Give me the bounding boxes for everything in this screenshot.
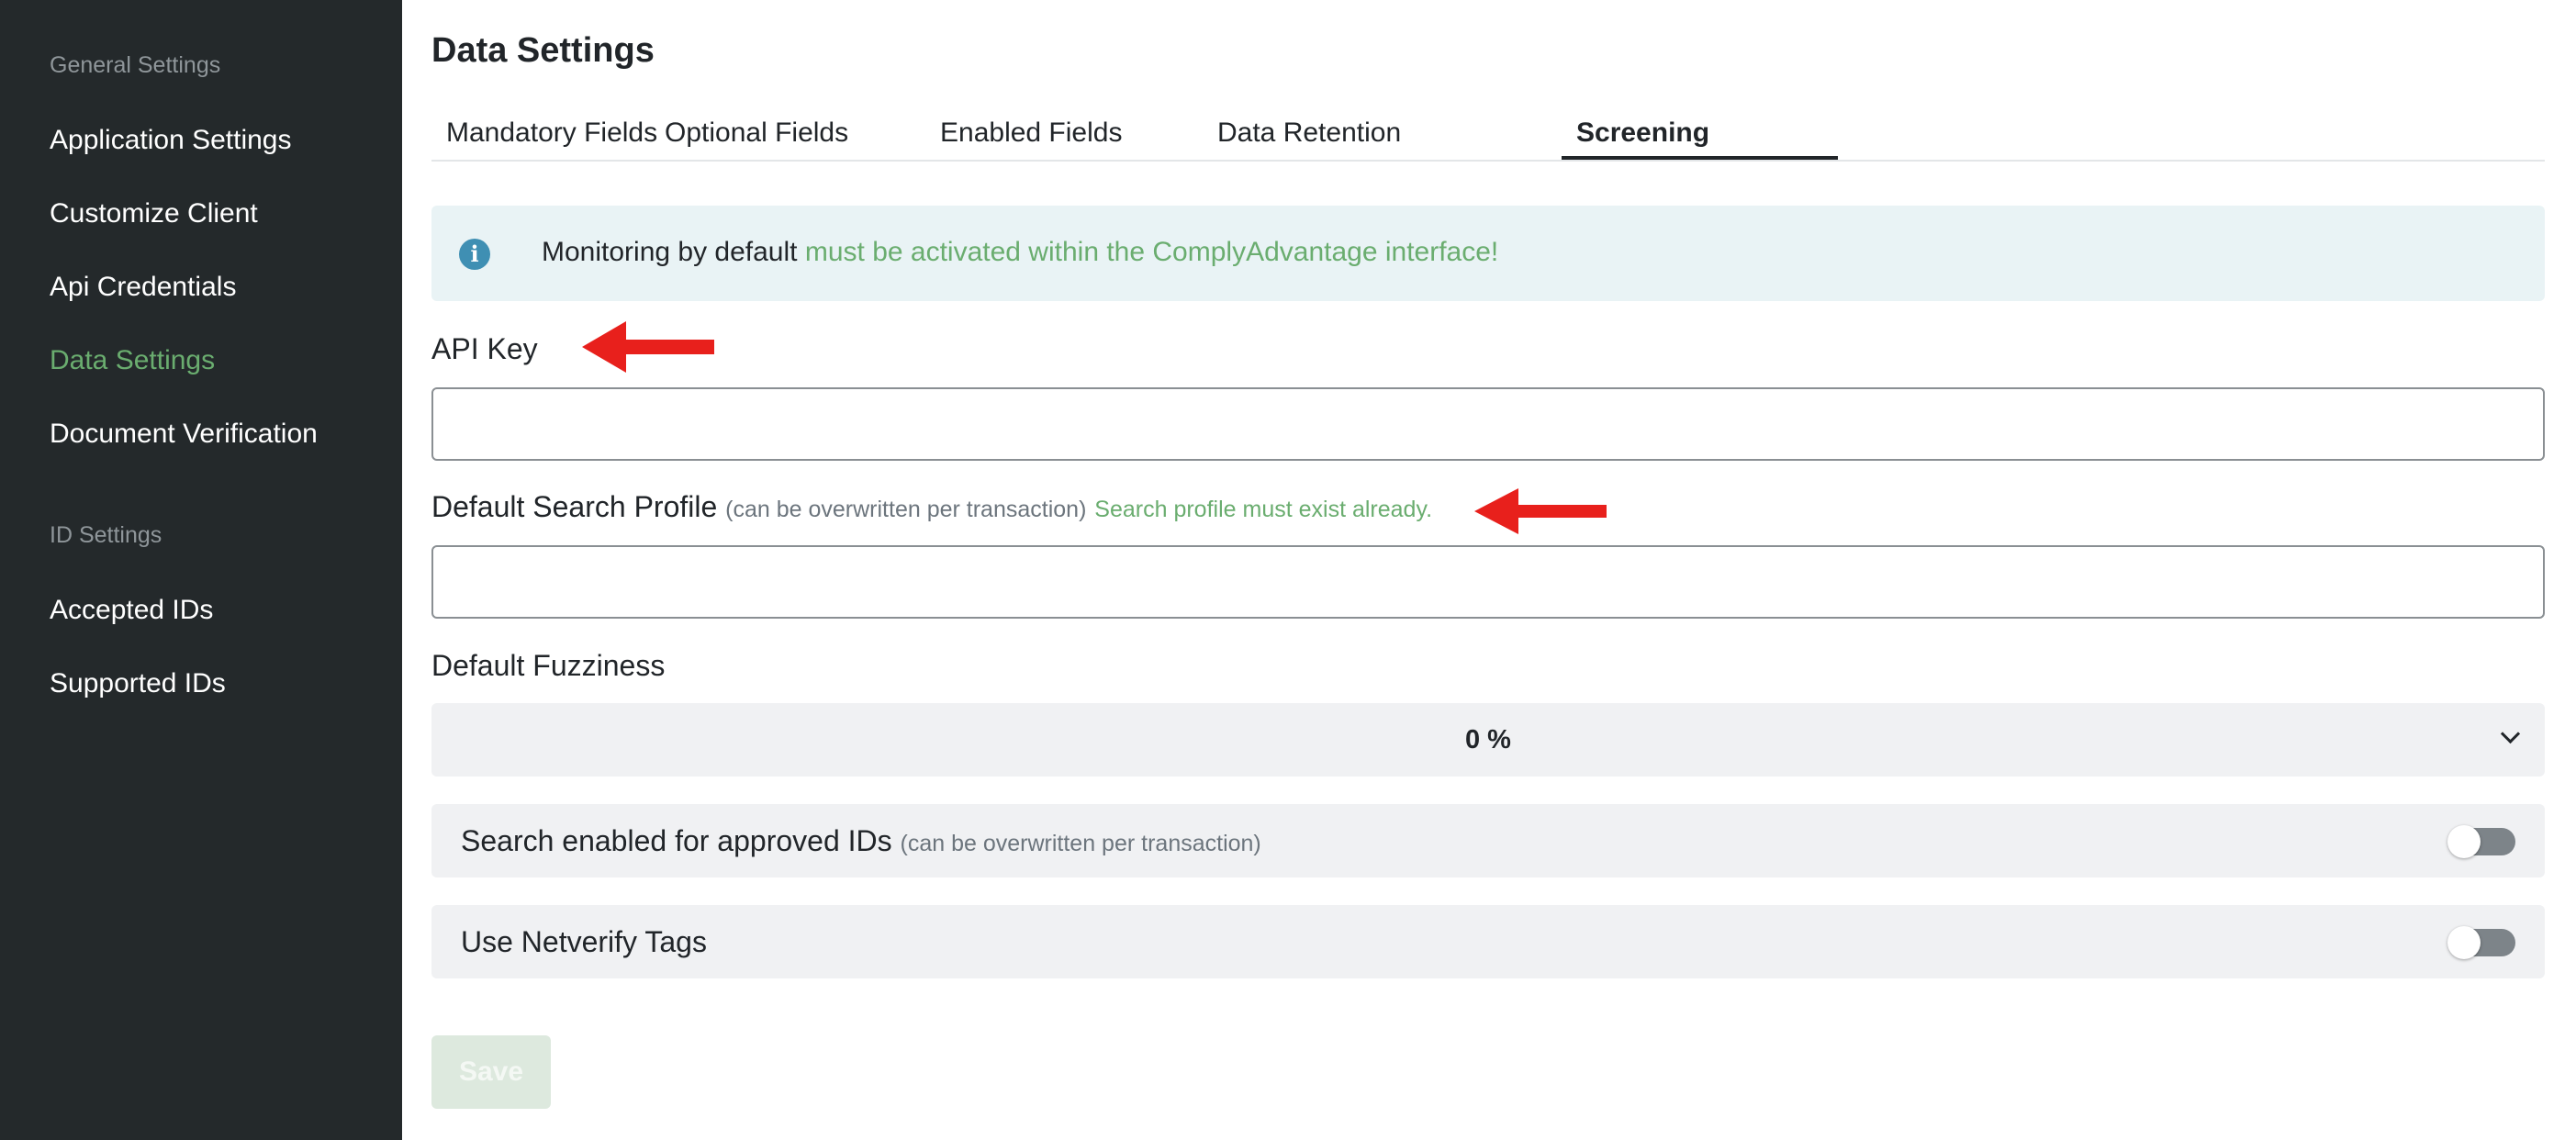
alert-text-highlight: must be activated within the ComplyAdvan… bbox=[804, 237, 1499, 267]
tab-optional-fields[interactable]: Optional Fields bbox=[665, 117, 848, 149]
sidebar-item-document-verification[interactable]: Document Verification bbox=[50, 419, 318, 450]
sidebar: General Settings Application Settings Cu… bbox=[0, 0, 402, 1140]
search-profile-hint: (can be overwritten per transaction) bbox=[725, 497, 1087, 522]
tab-screening[interactable]: Screening bbox=[1576, 117, 1709, 149]
sidebar-item-customize-client[interactable]: Customize Client bbox=[50, 198, 258, 229]
toggle-knob bbox=[2447, 825, 2481, 858]
tab-enabled-fields[interactable]: Enabled Fields bbox=[940, 117, 1122, 149]
search-profile-label-text: Default Search Profile bbox=[431, 490, 718, 523]
active-tab-indicator bbox=[1562, 156, 1838, 160]
fuzziness-select[interactable]: 0 % bbox=[431, 703, 2545, 777]
info-alert: i Monitoring by default must be activate… bbox=[431, 206, 2545, 301]
search-enabled-hint: (can be overwritten per transaction) bbox=[900, 831, 1261, 856]
search-enabled-label: Search enabled for approved IDs (can be … bbox=[461, 824, 1261, 858]
alert-message: Monitoring by default must be activated … bbox=[542, 237, 1498, 268]
alert-text-prefix: Monitoring by default bbox=[542, 237, 805, 267]
sidebar-section-general: General Settings bbox=[50, 52, 221, 78]
search-profile-label: Default Search Profile (can be overwritt… bbox=[431, 490, 1432, 524]
netverify-tags-toggle[interactable] bbox=[2447, 926, 2515, 959]
main-content: Data Settings Mandatory Fields Optional … bbox=[402, 0, 2576, 1140]
tab-bar: Mandatory Fields Optional Fields Enabled… bbox=[431, 101, 2545, 162]
api-key-input[interactable] bbox=[431, 387, 2545, 461]
page-title: Data Settings bbox=[431, 31, 655, 70]
tab-data-retention[interactable]: Data Retention bbox=[1217, 117, 1401, 149]
sidebar-item-accepted-ids[interactable]: Accepted IDs bbox=[50, 595, 213, 626]
netverify-tags-row: Use Netverify Tags bbox=[431, 905, 2545, 978]
search-profile-note: Search profile must exist already. bbox=[1094, 497, 1433, 522]
fuzziness-value: 0 % bbox=[1465, 725, 1511, 754]
save-button[interactable]: Save bbox=[431, 1035, 551, 1109]
netverify-tags-label: Use Netverify Tags bbox=[461, 925, 707, 958]
sidebar-item-supported-ids[interactable]: Supported IDs bbox=[50, 668, 226, 699]
api-key-label: API Key bbox=[431, 332, 538, 365]
search-enabled-row: Search enabled for approved IDs (can be … bbox=[431, 804, 2545, 877]
tab-mandatory-fields[interactable]: Mandatory Fields bbox=[446, 117, 657, 149]
sidebar-item-api-credentials[interactable]: Api Credentials bbox=[50, 272, 236, 303]
search-enabled-toggle[interactable] bbox=[2447, 825, 2515, 858]
annotation-arrow-icon bbox=[582, 321, 714, 373]
search-profile-input[interactable] bbox=[431, 545, 2545, 619]
info-icon: i bbox=[459, 239, 490, 270]
annotation-arrow-icon bbox=[1474, 488, 1607, 534]
sidebar-item-data-settings[interactable]: Data Settings bbox=[50, 345, 215, 376]
fuzziness-label: Default Fuzziness bbox=[431, 649, 666, 682]
sidebar-section-id: ID Settings bbox=[50, 522, 162, 548]
toggle-knob bbox=[2447, 926, 2481, 959]
search-enabled-label-text: Search enabled for approved IDs bbox=[461, 824, 892, 857]
sidebar-item-application-settings[interactable]: Application Settings bbox=[50, 125, 292, 156]
